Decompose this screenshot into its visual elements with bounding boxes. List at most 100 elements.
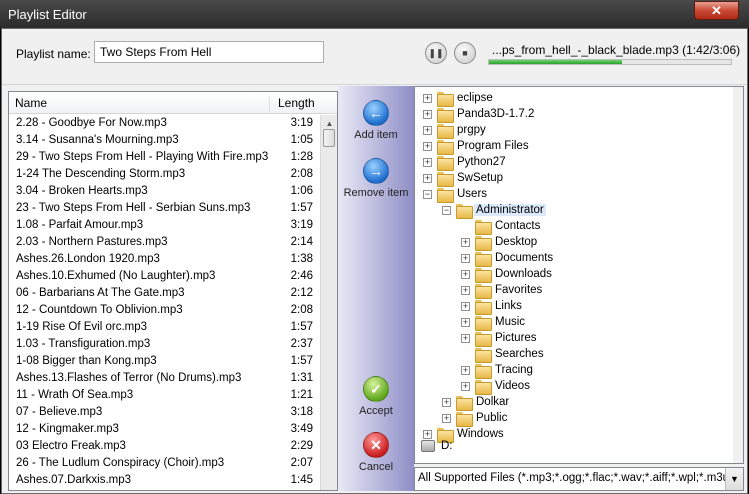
tree-node[interactable]: + Tracing — [461, 363, 701, 379]
tree-scrollbar[interactable] — [733, 87, 743, 463]
track-row[interactable]: 07 - Believe.mp3 3:18 — [9, 404, 319, 421]
tree-node[interactable]: + Python27 — [423, 155, 663, 171]
folder-icon — [437, 188, 454, 203]
expand-icon[interactable]: + — [461, 334, 470, 343]
expand-icon[interactable]: + — [461, 318, 470, 327]
track-length: 1:57 — [290, 355, 313, 367]
cancel-button[interactable]: ✕ Cancel — [338, 432, 414, 473]
tree-node[interactable]: + Downloads — [461, 267, 701, 283]
column-header-name[interactable]: Name — [15, 96, 47, 110]
track-name: 06 - Barbarians At The Gate.mp3 — [16, 287, 185, 299]
list-scrollbar[interactable]: ▲ — [320, 115, 337, 490]
track-row[interactable]: 2.03 - Northern Pastures.mp3 2:14 — [9, 234, 319, 251]
tree-node[interactable]: + Music — [461, 315, 701, 331]
tree-node[interactable]: + Links — [461, 299, 701, 315]
tree-node[interactable]: + Panda3D-1.7.2 — [423, 107, 663, 123]
pause-icon: ❚❚ — [428, 47, 444, 58]
track-name: 1-19 Rise Of Evil orc.mp3 — [16, 321, 148, 333]
playback-progress-bar[interactable] — [488, 59, 732, 65]
track-length: 1:05 — [290, 134, 313, 146]
tree-node-label: Links — [495, 300, 522, 312]
track-row[interactable]: Ashes.13.Flashes of Terror (No Drums).mp… — [9, 370, 319, 387]
track-row[interactable]: 1-08 Bigger than Kong.mp3 1:57 — [9, 353, 319, 370]
action-column: ← Add item → Remove item ✓ Accept ✕ Canc… — [338, 86, 414, 491]
track-row[interactable]: 29 - Two Steps From Hell - Playing With … — [9, 149, 319, 166]
track-length: 1:28 — [290, 151, 313, 163]
track-row[interactable]: 12 - Countdown To Oblivion.mp3 2:08 — [9, 302, 319, 319]
expand-icon[interactable]: + — [423, 142, 432, 151]
expand-icon[interactable]: + — [461, 382, 470, 391]
tree-node[interactable]: + Desktop — [461, 235, 701, 251]
chevron-down-icon[interactable]: ▼ — [725, 468, 743, 490]
tree-node[interactable]: + eclipse — [423, 91, 663, 107]
track-row[interactable]: Ashes.10.Exhumed (No Laughter).mp3 2:46 — [9, 268, 319, 285]
accept-button[interactable]: ✓ Accept — [338, 376, 414, 417]
track-length: 1:57 — [290, 321, 313, 333]
tree-node[interactable]: Contacts — [461, 219, 701, 235]
track-row[interactable]: 2.28 - Goodbye For Now.mp3 3:19 — [9, 115, 319, 132]
expand-icon[interactable]: + — [423, 174, 432, 183]
tree-node[interactable]: + Documents — [461, 251, 701, 267]
tree-node[interactable]: + Pictures — [461, 331, 701, 347]
track-row[interactable]: 1.03 - Transfiguration.mp3 2:37 — [9, 336, 319, 353]
track-row[interactable]: 1-19 Rise Of Evil orc.mp3 1:57 — [9, 319, 319, 336]
stop-button[interactable]: ■ — [454, 42, 476, 64]
scroll-thumb[interactable] — [323, 129, 335, 147]
track-name: 1.08 - Parfait Amour.mp3 — [16, 219, 144, 231]
tree-node-label: Music — [495, 316, 526, 328]
tree-node[interactable]: + Program Files — [423, 139, 663, 155]
collapse-icon[interactable]: − — [442, 206, 451, 215]
expand-icon[interactable]: + — [461, 302, 470, 311]
drive-d-label: D: — [441, 440, 453, 452]
expand-icon[interactable]: + — [423, 126, 432, 135]
remove-item-button[interactable]: → Remove item — [338, 158, 414, 199]
tree-node[interactable]: + Videos — [461, 379, 701, 395]
track-row[interactable]: 3.14 - Susanna's Mourning.mp3 1:05 — [9, 132, 319, 149]
track-row[interactable]: 03 Electro Freak.mp3 2:29 — [9, 438, 319, 455]
tree-node-label: Searches — [495, 348, 544, 360]
expand-icon[interactable]: + — [461, 238, 470, 247]
track-row[interactable]: 1-24 The Descending Storm.mp3 2:08 — [9, 166, 319, 183]
track-row[interactable]: 1.08 - Parfait Amour.mp3 3:19 — [9, 217, 319, 234]
tree-node[interactable]: + Favorites — [461, 283, 701, 299]
expand-icon[interactable]: + — [461, 286, 470, 295]
track-row[interactable]: 12 - Kingmaker.mp3 3:49 — [9, 421, 319, 438]
tree-node-label: eclipse — [457, 92, 493, 104]
expand-icon[interactable]: + — [423, 110, 432, 119]
add-item-button[interactable]: ← Add item — [338, 100, 414, 141]
expand-icon[interactable]: + — [442, 414, 451, 423]
expand-icon[interactable]: + — [423, 94, 432, 103]
tree-node[interactable]: + Dolkar — [442, 395, 682, 411]
tree-node[interactable]: + Public — [442, 411, 682, 427]
tree-node[interactable]: Searches — [461, 347, 701, 363]
track-row[interactable]: Ashes.07.Darkxis.mp3 1:45 — [9, 472, 319, 489]
expand-icon[interactable]: + — [461, 254, 470, 263]
drive-d-node[interactable]: D: — [421, 439, 721, 455]
expand-icon[interactable]: + — [423, 430, 432, 439]
tree-node[interactable]: + SwSetup — [423, 171, 663, 187]
track-row[interactable]: 06 - Barbarians At The Gate.mp3 2:12 — [9, 285, 319, 302]
track-row[interactable]: 11 - Wrath Of Sea.mp3 1:21 — [9, 387, 319, 404]
expand-icon[interactable]: + — [461, 366, 470, 375]
close-button[interactable]: ✕ — [694, 1, 739, 20]
file-type-filter[interactable]: All Supported Files (*.mp3;*.ogg;*.flac;… — [414, 467, 744, 491]
track-row[interactable]: 23 - Two Steps From Hell - Serbian Suns.… — [9, 200, 319, 217]
tree-node[interactable]: + prgpy — [423, 123, 663, 139]
pause-button[interactable]: ❚❚ — [425, 42, 447, 64]
track-row[interactable]: Ashes.26.London 1920.mp3 1:38 — [9, 251, 319, 268]
expand-icon[interactable]: + — [423, 158, 432, 167]
tree-node[interactable]: − Users — [423, 187, 663, 203]
collapse-icon[interactable]: − — [423, 190, 432, 199]
list-header: Name Length — [9, 92, 337, 114]
track-row[interactable]: 26 - The Ludlum Conspiracy (Choir).mp3 2:… — [9, 455, 319, 472]
tree-node[interactable]: − Administrator — [442, 203, 682, 219]
track-length: 1:31 — [290, 372, 313, 384]
track-row[interactable]: 3.04 - Broken Hearts.mp3 1:06 — [9, 183, 319, 200]
playlist-name-input[interactable]: Two Steps From Hell — [94, 41, 324, 63]
title-bar: Playlist Editor ✕ — [0, 0, 749, 28]
expand-icon[interactable]: + — [442, 398, 451, 407]
column-header-length[interactable]: Length — [269, 96, 319, 114]
folder-icon — [475, 268, 492, 283]
expand-icon[interactable]: + — [461, 270, 470, 279]
track-name: 29 - Two Steps From Hell - Playing With … — [16, 151, 269, 163]
